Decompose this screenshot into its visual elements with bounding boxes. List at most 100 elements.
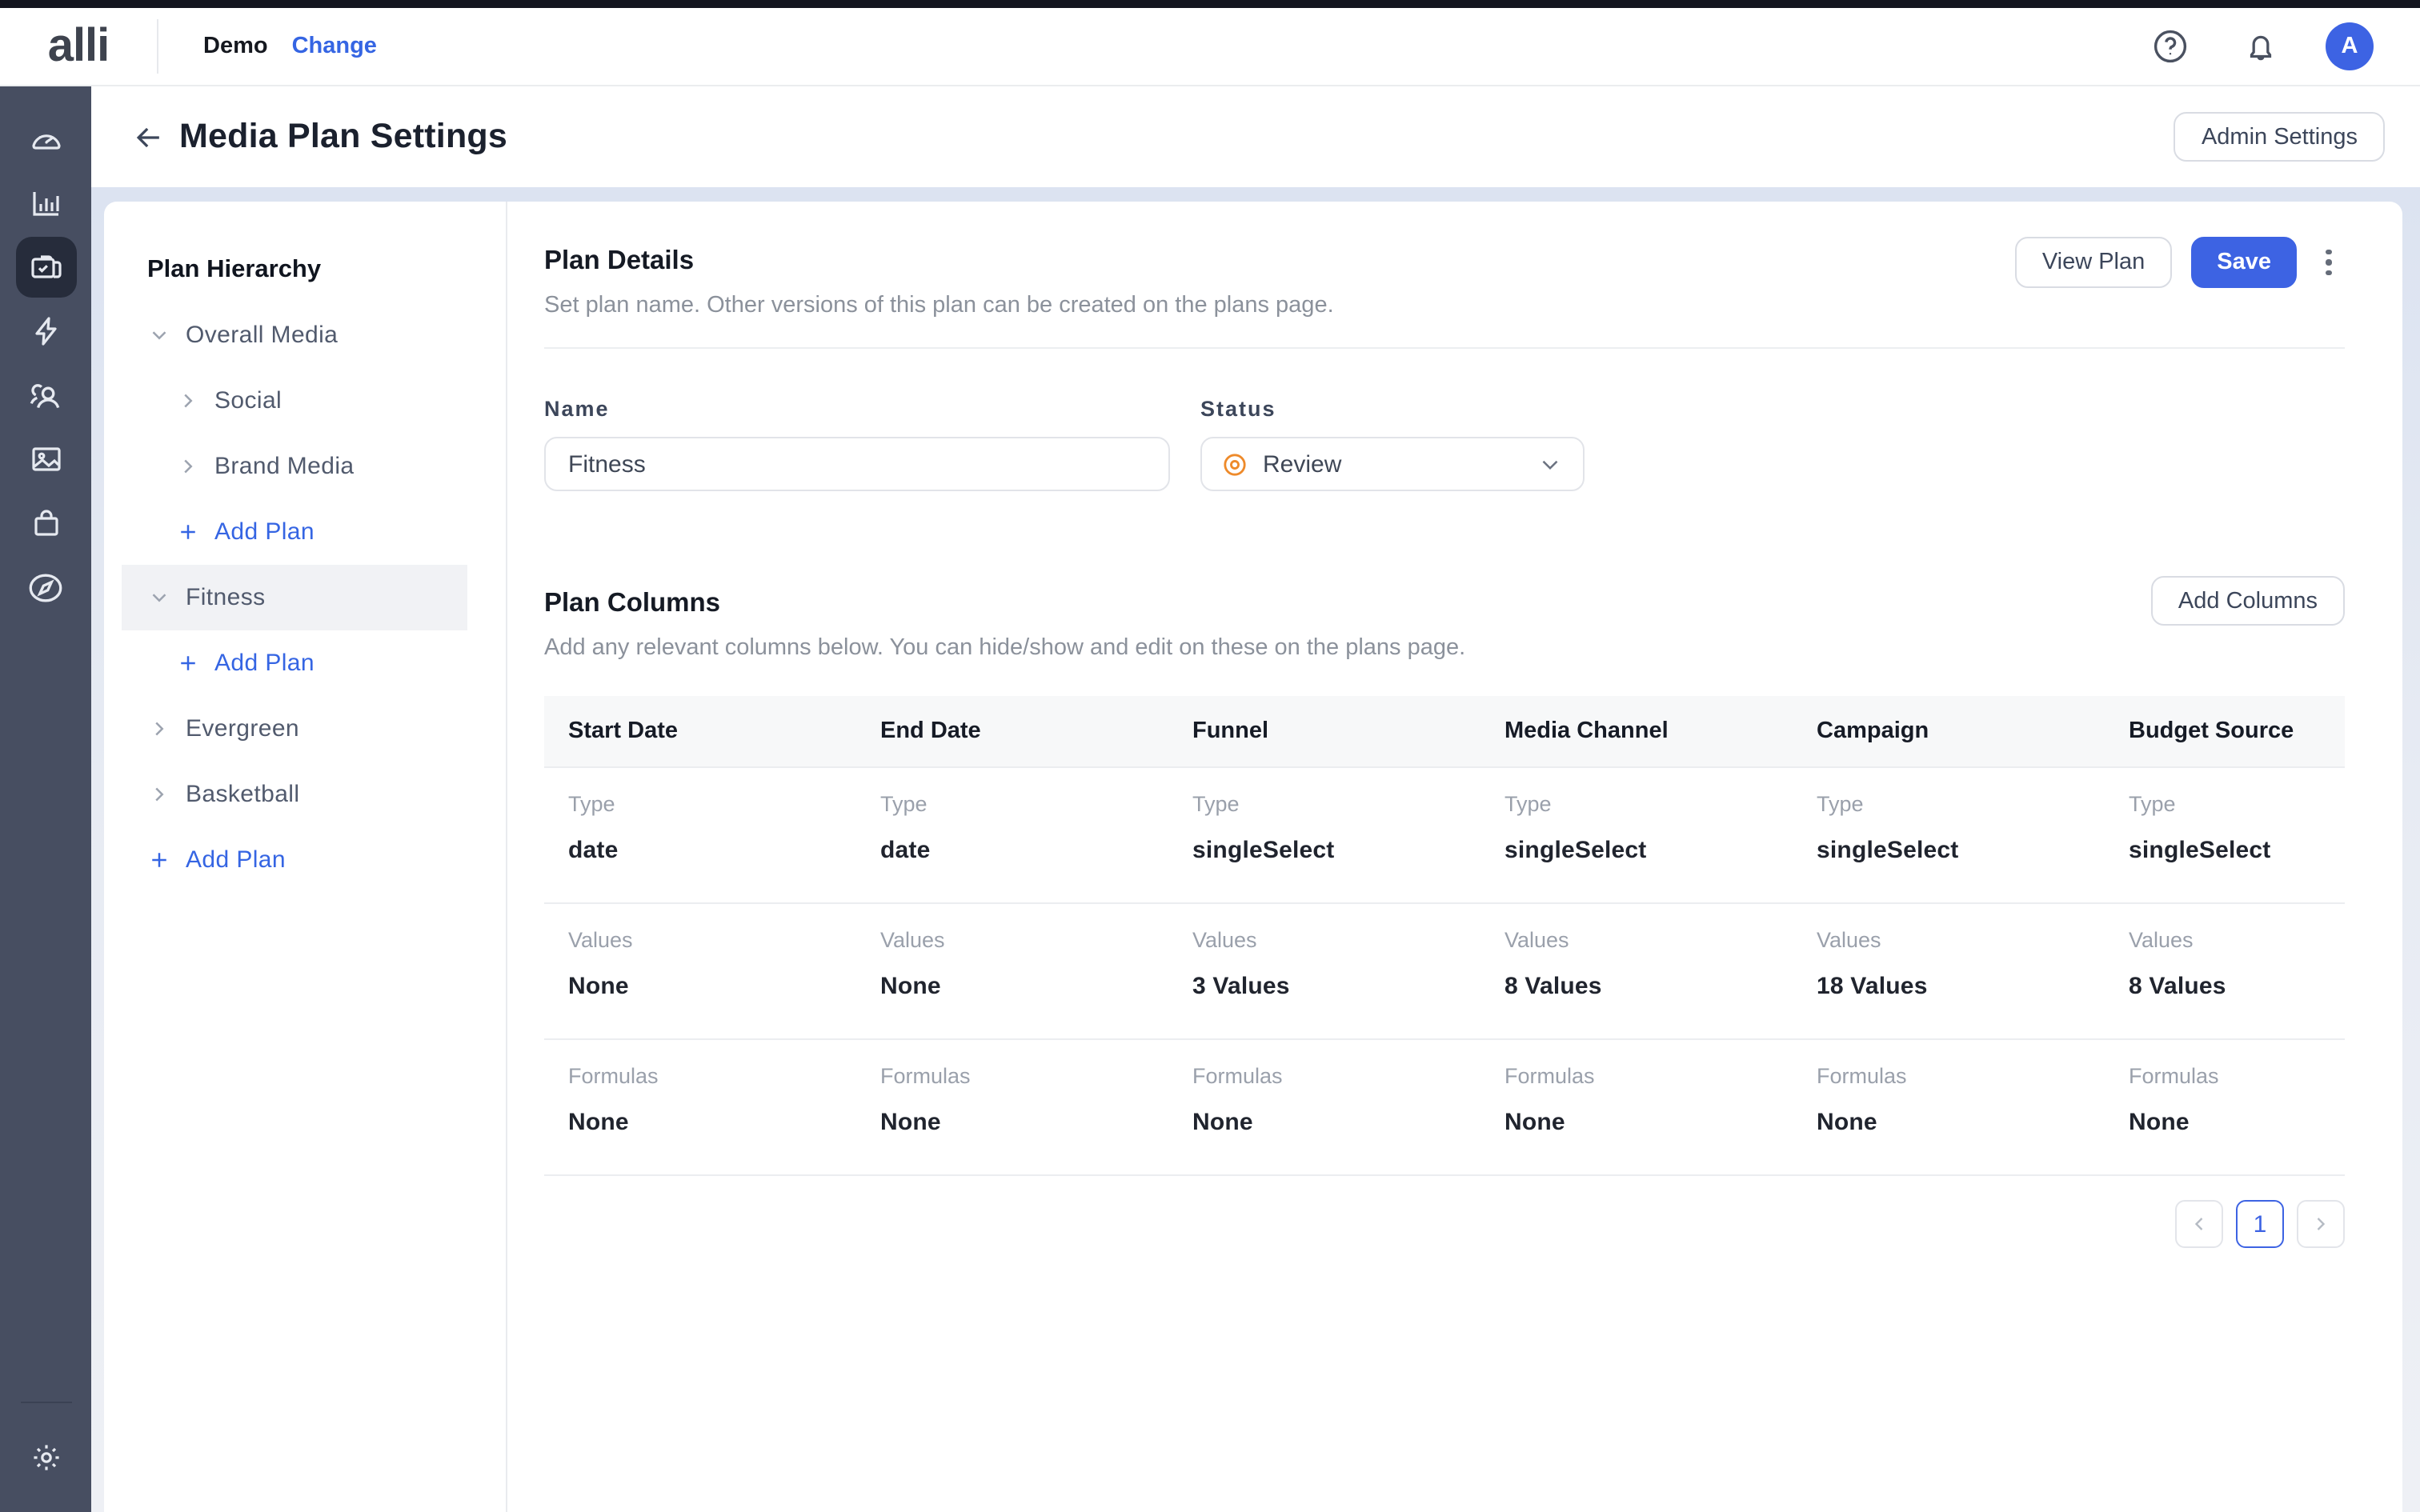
page-header: Media Plan Settings Admin Settings bbox=[91, 86, 2420, 187]
table-cell[interactable]: Type singleSelect bbox=[1793, 768, 2105, 902]
column-header[interactable]: Campaign bbox=[1793, 696, 2105, 766]
help-icon bbox=[2151, 27, 2190, 66]
table-cell[interactable]: Type singleSelect bbox=[2105, 768, 2345, 902]
side-nav bbox=[0, 86, 91, 1512]
table-cell[interactable]: Type singleSelect bbox=[1480, 768, 1793, 902]
add-columns-button[interactable]: Add Columns bbox=[2151, 576, 2345, 626]
chevron-down-icon[interactable] bbox=[147, 586, 171, 610]
nav-media-plans[interactable] bbox=[15, 237, 76, 298]
gauge-icon bbox=[26, 120, 65, 158]
column-header[interactable]: Start Date bbox=[544, 696, 856, 766]
table-row-formulas: Formulas None Formulas None Formulas bbox=[544, 1040, 2345, 1176]
chevron-left-icon bbox=[2188, 1213, 2210, 1235]
nav-creative[interactable] bbox=[14, 427, 78, 491]
tree-item-basketball[interactable]: Basketball bbox=[104, 762, 506, 827]
logo[interactable]: alli bbox=[0, 23, 157, 70]
top-bar: alli Demo Change bbox=[0, 8, 2420, 86]
users-icon bbox=[26, 375, 66, 415]
plan-details-header: Plan Details Set plan name. Other versio… bbox=[544, 245, 2345, 320]
add-plan-button-overall-media[interactable]: Add Plan bbox=[104, 499, 506, 565]
name-input[interactable]: Fitness bbox=[544, 437, 1170, 491]
bell-icon bbox=[2242, 28, 2278, 65]
column-header[interactable]: End Date bbox=[856, 696, 1168, 766]
table-cell[interactable]: Formulas None bbox=[856, 1040, 1168, 1174]
user-avatar[interactable]: A bbox=[2326, 22, 2374, 70]
tree-item-social[interactable]: Social bbox=[104, 368, 506, 434]
back-button[interactable] bbox=[130, 118, 168, 156]
status-value: Review bbox=[1263, 450, 1341, 478]
table-cell[interactable]: Type singleSelect bbox=[1168, 768, 1480, 902]
tree-item-label: Fitness bbox=[186, 584, 266, 611]
plan-details-subtitle: Set plan name. Other versions of this pl… bbox=[544, 291, 1334, 320]
table-cell[interactable]: Formulas None bbox=[2105, 1040, 2345, 1174]
chevron-right-icon[interactable] bbox=[176, 454, 200, 478]
tree-item-brand-media[interactable]: Brand Media bbox=[104, 434, 506, 499]
chevron-down-icon[interactable] bbox=[147, 323, 171, 347]
nav-discover[interactable] bbox=[14, 555, 78, 619]
table-cell[interactable]: Type date bbox=[856, 768, 1168, 902]
table-cell[interactable]: Formulas None bbox=[1793, 1040, 2105, 1174]
status-label: Status bbox=[1200, 397, 1585, 421]
more-options-button[interactable] bbox=[2313, 237, 2345, 288]
table-pagination: 1 bbox=[544, 1200, 2345, 1248]
table-cell[interactable]: Values None bbox=[856, 904, 1168, 1038]
lower-region: Media Plan Settings Admin Settings Plan … bbox=[0, 86, 2420, 1512]
table-cell[interactable]: Values 8 Values bbox=[2105, 904, 2345, 1038]
chevron-right-icon[interactable] bbox=[176, 389, 200, 413]
settings-card: Plan Hierarchy Overall Media Social bbox=[104, 202, 2402, 1512]
table-cell[interactable]: Values 18 Values bbox=[1793, 904, 2105, 1038]
plan-columns-subtitle: Add any relevant columns below. You can … bbox=[544, 634, 1465, 662]
table-cell[interactable]: Formulas None bbox=[544, 1040, 856, 1174]
chevron-right-icon[interactable] bbox=[147, 782, 171, 806]
compass-icon bbox=[26, 567, 66, 607]
name-label: Name bbox=[544, 397, 1170, 421]
tree-item-overall-media[interactable]: Overall Media bbox=[104, 302, 506, 368]
help-button[interactable] bbox=[2150, 26, 2191, 67]
tree-item-evergreen[interactable]: Evergreen bbox=[104, 696, 506, 762]
tree-item-fitness[interactable]: Fitness bbox=[122, 565, 467, 630]
change-workspace-link[interactable]: Change bbox=[292, 34, 377, 59]
table-cell[interactable]: Type date bbox=[544, 768, 856, 902]
notifications-button[interactable] bbox=[2239, 26, 2281, 67]
table-cell[interactable]: Formulas None bbox=[1480, 1040, 1793, 1174]
window-top-strip bbox=[0, 0, 2420, 8]
gear-icon bbox=[26, 1438, 65, 1477]
nav-activations[interactable] bbox=[14, 299, 78, 363]
column-header[interactable]: Media Channel bbox=[1480, 696, 1793, 766]
column-header[interactable]: Budget Source bbox=[2105, 696, 2345, 766]
name-value: Fitness bbox=[568, 450, 646, 478]
add-plan-button-fitness[interactable]: Add Plan bbox=[104, 630, 506, 696]
topbar-divider bbox=[157, 19, 158, 74]
nav-dashboard[interactable] bbox=[14, 107, 78, 171]
chevron-right-icon[interactable] bbox=[147, 717, 171, 741]
kebab-icon bbox=[2326, 249, 2332, 254]
table-cell[interactable]: Values 8 Values bbox=[1480, 904, 1793, 1038]
view-plan-button[interactable]: View Plan bbox=[2015, 237, 2172, 288]
status-select[interactable]: Review bbox=[1200, 437, 1585, 491]
media-plans-icon bbox=[26, 248, 65, 286]
chevron-right-icon bbox=[2310, 1213, 2332, 1235]
nav-audiences[interactable] bbox=[14, 363, 78, 427]
column-header[interactable]: Funnel bbox=[1168, 696, 1480, 766]
pagination-page-1[interactable]: 1 bbox=[2236, 1200, 2284, 1248]
plan-columns-header: Plan Columns Add any relevant columns be… bbox=[544, 587, 2345, 662]
nav-settings[interactable] bbox=[14, 1426, 78, 1490]
pagination-prev-button[interactable] bbox=[2175, 1200, 2223, 1248]
table-row-type: Type date Type date Type bbox=[544, 768, 2345, 904]
plan-hierarchy-title: Plan Hierarchy bbox=[147, 254, 506, 286]
tree-item-label: Overall Media bbox=[186, 322, 338, 349]
save-button[interactable]: Save bbox=[2191, 237, 2297, 288]
page-title: Media Plan Settings bbox=[179, 117, 507, 157]
add-plan-button-root[interactable]: Add Plan bbox=[104, 827, 506, 893]
table-cell[interactable]: Values None bbox=[544, 904, 856, 1038]
admin-settings-button[interactable]: Admin Settings bbox=[2174, 112, 2385, 162]
table-cell[interactable]: Formulas None bbox=[1168, 1040, 1480, 1174]
name-field-group: Name Fitness bbox=[544, 397, 1170, 491]
table-cell[interactable]: Values 3 Values bbox=[1168, 904, 1480, 1038]
status-field-group: Status Review bbox=[1200, 397, 1585, 491]
plan-columns-title: Plan Columns bbox=[544, 587, 1465, 619]
nav-commerce[interactable] bbox=[14, 491, 78, 555]
pagination-next-button[interactable] bbox=[2297, 1200, 2345, 1248]
nav-reports[interactable] bbox=[14, 171, 78, 235]
side-nav-divider bbox=[20, 1402, 71, 1403]
